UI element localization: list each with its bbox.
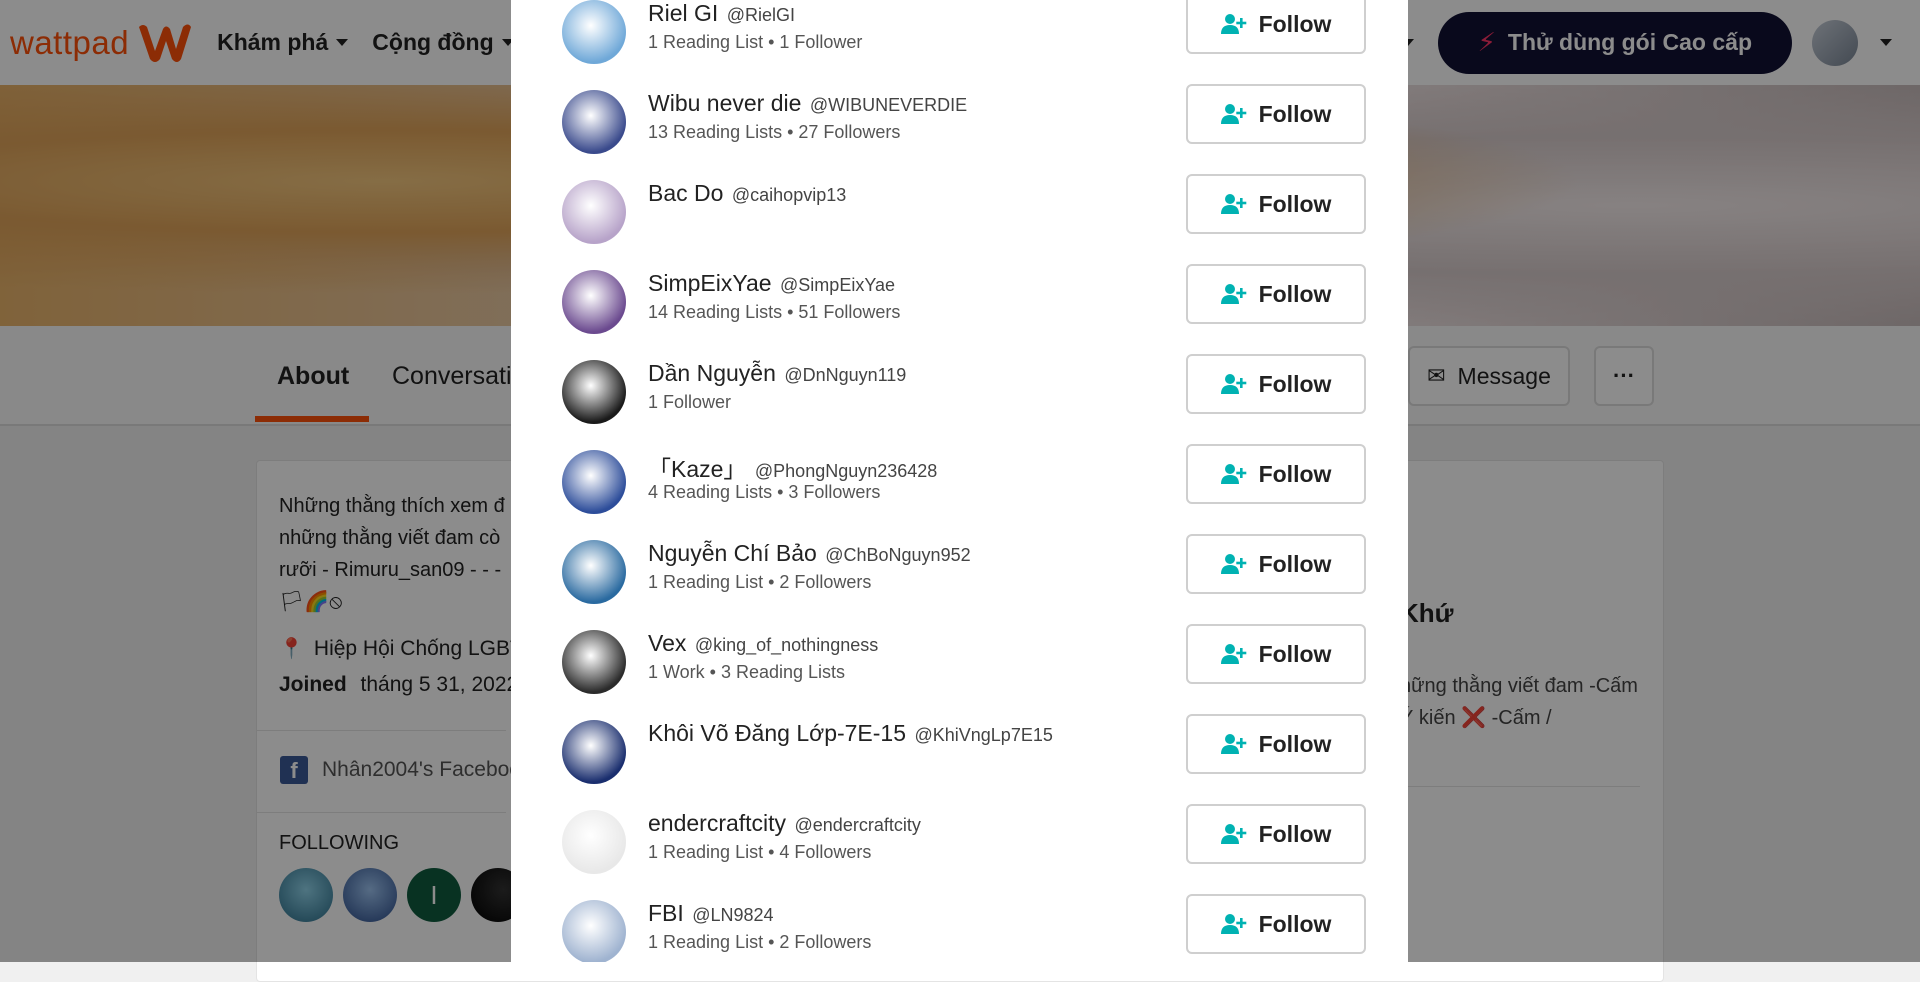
user-list-item: Dần Nguyễn @DnNguyn119 1 Follower Follow	[511, 354, 1408, 450]
follow-label: Follow	[1258, 460, 1332, 487]
user-avatar[interactable]	[562, 720, 626, 784]
user-plus-icon	[1220, 464, 1246, 484]
follow-label: Follow	[1258, 910, 1332, 937]
user-name-line: Khôi Võ Đăng Lớp-7E-15 @KhiVngLp7E15	[648, 720, 1053, 747]
user-display-name[interactable]: Riel GI	[648, 0, 718, 26]
user-name-line: Vex @king_of_nothingness	[648, 630, 878, 657]
user-display-name[interactable]: Nguyễn Chí Bảo	[648, 540, 817, 566]
user-display-name[interactable]: endercraftcity	[648, 810, 786, 836]
user-list-item: Vex @king_of_nothingness 1 Work • 3 Read…	[511, 624, 1408, 720]
user-handle: @SimpEixYae	[780, 275, 896, 295]
user-avatar[interactable]	[562, 540, 626, 604]
user-list-item: endercraftcity @endercraftcity 1 Reading…	[511, 804, 1408, 900]
user-plus-icon	[1220, 14, 1246, 34]
user-handle: @endercraftcity	[794, 815, 921, 835]
user-handle: @caihopvip13	[731, 185, 847, 205]
user-stats: 1 Reading List • 2 Followers	[648, 572, 872, 592]
user-display-name[interactable]: 「Kaze」	[648, 456, 746, 482]
user-plus-icon	[1220, 914, 1246, 934]
user-plus-icon	[1220, 824, 1246, 844]
follow-label: Follow	[1258, 730, 1332, 757]
user-stats: 1 Reading List • 1 Follower	[648, 32, 863, 52]
user-plus-icon	[1220, 194, 1246, 214]
follow-label: Follow	[1258, 10, 1332, 37]
user-stats: 1 Reading List • 2 Followers	[648, 932, 872, 952]
user-list-item: SimpEixYae @SimpEixYae 14 Reading Lists …	[511, 264, 1408, 360]
follow-button[interactable]: Follow	[1186, 84, 1366, 144]
user-display-name[interactable]: Wibu never die	[648, 90, 801, 116]
user-name-line: Nguyễn Chí Bảo @ChBoNguyn952	[648, 540, 971, 567]
user-list-item: Khôi Võ Đăng Lớp-7E-15 @KhiVngLp7E15 Fol…	[511, 714, 1408, 810]
user-name-line: Dần Nguyễn @DnNguyn119	[648, 360, 906, 387]
user-handle: @LN9824	[692, 905, 774, 925]
user-stats: 14 Reading Lists • 51 Followers	[648, 302, 901, 322]
follow-label: Follow	[1258, 640, 1332, 667]
follow-label: Follow	[1258, 370, 1332, 397]
follow-button[interactable]: Follow	[1186, 534, 1366, 594]
user-display-name[interactable]: Bac Do	[648, 180, 723, 206]
user-name-line: Bac Do @caihopvip13	[648, 180, 846, 207]
user-stats: 1 Reading List • 4 Followers	[648, 842, 872, 862]
user-handle: @RielGI	[726, 5, 796, 25]
user-avatar[interactable]	[562, 450, 626, 514]
user-handle: @PhongNguyn236428	[754, 461, 938, 481]
follow-button[interactable]: Follow	[1186, 444, 1366, 504]
user-avatar[interactable]	[562, 360, 626, 424]
user-stats: 1 Work • 3 Reading Lists	[648, 662, 846, 682]
user-avatar[interactable]	[562, 900, 626, 962]
user-avatar[interactable]	[562, 810, 626, 874]
user-list-item: Bac Do @caihopvip13 Follow	[511, 174, 1408, 270]
user-list-item: FBI @LN9824 1 Reading List • 2 Followers…	[511, 894, 1408, 962]
user-name-line: SimpEixYae @SimpEixYae	[648, 270, 895, 297]
user-handle: @WIBUNEVERDIE	[809, 95, 968, 115]
user-name-line: FBI @LN9824	[648, 900, 774, 927]
follow-label: Follow	[1258, 190, 1332, 217]
user-name-line: Riel GI @RielGI	[648, 0, 795, 27]
user-handle: @king_of_nothingness	[694, 635, 879, 655]
user-list-item: 「Kaze」 @PhongNguyn236428 4 Reading Lists…	[511, 444, 1408, 540]
user-plus-icon	[1220, 374, 1246, 394]
user-plus-icon	[1220, 644, 1246, 664]
user-stats: 4 Reading Lists • 3 Followers	[648, 482, 881, 502]
user-display-name[interactable]: SimpEixYae	[648, 270, 772, 296]
follow-label: Follow	[1258, 100, 1332, 127]
follow-button[interactable]: Follow	[1186, 0, 1366, 54]
follow-label: Follow	[1258, 820, 1332, 847]
user-display-name[interactable]: Vex	[648, 630, 686, 656]
follow-button[interactable]: Follow	[1186, 894, 1366, 954]
user-plus-icon	[1220, 284, 1246, 304]
user-display-name[interactable]: Khôi Võ Đăng Lớp-7E-15	[648, 720, 906, 746]
user-list-item: Nguyễn Chí Bảo @ChBoNguyn952 1 Reading L…	[511, 534, 1408, 630]
user-name-line: 「Kaze」 @PhongNguyn236428	[648, 450, 937, 484]
user-list-item: Riel GI @RielGI 1 Reading List • 1 Follo…	[511, 0, 1408, 90]
user-plus-icon	[1220, 734, 1246, 754]
follow-button[interactable]: Follow	[1186, 174, 1366, 234]
user-display-name[interactable]: Dần Nguyễn	[648, 360, 776, 386]
follow-button[interactable]: Follow	[1186, 714, 1366, 774]
follow-button[interactable]: Follow	[1186, 264, 1366, 324]
user-handle: @DnNguyn119	[784, 365, 907, 385]
user-handle: @KhiVngLp7E15	[914, 725, 1053, 745]
user-plus-icon	[1220, 554, 1246, 574]
user-name-line: Wibu never die @WIBUNEVERDIE	[648, 90, 967, 117]
user-avatar[interactable]	[562, 270, 626, 334]
followers-modal: Riel GI @RielGI 1 Reading List • 1 Follo…	[511, 0, 1408, 962]
user-avatar[interactable]	[562, 0, 626, 64]
user-stats: 13 Reading Lists • 27 Followers	[648, 122, 901, 142]
follow-button[interactable]: Follow	[1186, 804, 1366, 864]
follow-label: Follow	[1258, 550, 1332, 577]
user-display-name[interactable]: FBI	[648, 900, 684, 926]
follow-button[interactable]: Follow	[1186, 354, 1366, 414]
user-list-item: Wibu never die @WIBUNEVERDIE 13 Reading …	[511, 84, 1408, 180]
user-avatar[interactable]	[562, 630, 626, 694]
user-handle: @ChBoNguyn952	[825, 545, 971, 565]
user-plus-icon	[1220, 104, 1246, 124]
user-stats: 1 Follower	[648, 392, 732, 412]
follow-label: Follow	[1258, 280, 1332, 307]
user-avatar[interactable]	[562, 180, 626, 244]
user-name-line: endercraftcity @endercraftcity	[648, 810, 921, 837]
follow-button[interactable]: Follow	[1186, 624, 1366, 684]
user-avatar[interactable]	[562, 90, 626, 154]
